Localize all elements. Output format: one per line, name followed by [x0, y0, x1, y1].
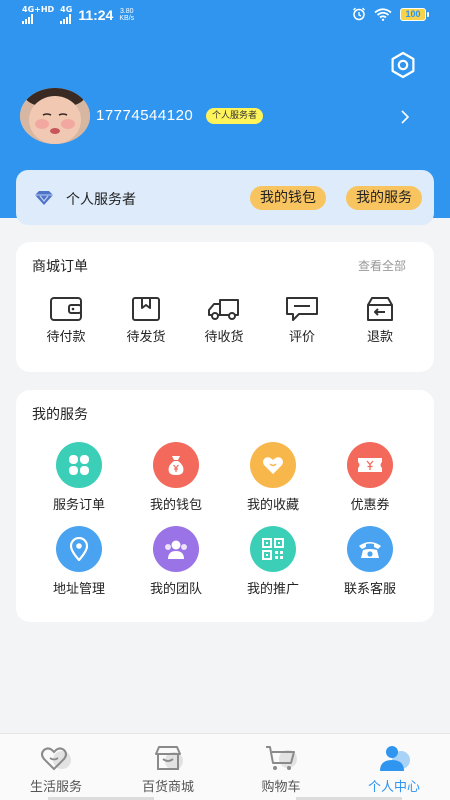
battery-indicator: 100 [400, 7, 429, 21]
role-badge: 个人服务者 [206, 108, 264, 124]
service-provider-label: 个人服务者 [66, 192, 136, 208]
alarm-icon [353, 7, 365, 21]
order-label: 待付款 [46, 330, 86, 345]
my-services-card: 我的服务 服务订单 我的钱包 我的收藏 优惠券 地址管理 我的团队 我的推广 联… [16, 390, 434, 622]
my-wallet-button[interactable]: 我的钱包 [250, 186, 326, 210]
service-icon-bg [56, 526, 102, 572]
nav-label: 购物车 [261, 780, 301, 795]
bottom-navigation: 生活服务 百货商城 购物车 个人中心 [0, 733, 450, 800]
chevron-right-icon[interactable] [398, 108, 412, 126]
wifi-icon [374, 7, 392, 21]
nav-label: 个人中心 [367, 780, 420, 795]
service-label: 联系客服 [343, 582, 396, 597]
location-pin-icon [69, 537, 89, 561]
status-bar: 4G+HD 4G 11:24 3.80 KB/s 100 [0, 0, 450, 30]
service-icon-bg [153, 442, 199, 488]
contact-support-item[interactable]: 联系客服 [325, 526, 415, 597]
store-icon [155, 746, 183, 770]
nav-life-services[interactable]: 生活服务 [6, 744, 106, 795]
my-promotion-item[interactable]: 我的推广 [228, 526, 318, 597]
my-wallet-item[interactable]: 我的钱包 [131, 442, 221, 513]
mall-orders-card: 商城订单 查看全部 待付款 待发货 待收货 评价 退款 [16, 242, 434, 372]
service-icon-bg [347, 526, 393, 572]
diamond-icon [35, 191, 53, 205]
heart-icon [263, 457, 283, 474]
service-icon-bg [56, 442, 102, 488]
network-type-1: 4G+HD [22, 5, 55, 14]
address-management-item[interactable]: 地址管理 [34, 526, 124, 597]
service-icon-bg [153, 526, 199, 572]
order-awaiting-receipt[interactable]: 待收货 [194, 296, 254, 345]
service-label: 服务订单 [52, 498, 105, 513]
service-orders-item[interactable]: 服务订单 [34, 442, 124, 513]
service-icon-bg [347, 442, 393, 488]
order-pending-payment[interactable]: 待付款 [36, 296, 96, 345]
service-label: 我的收藏 [246, 498, 299, 513]
signal-group-1: 4G+HD [22, 6, 54, 24]
view-all-link[interactable]: 查看全部 [358, 257, 406, 274]
person-icon [380, 746, 410, 771]
mall-orders-title: 商城订单 [32, 259, 88, 275]
service-label: 我的钱包 [149, 498, 202, 513]
order-label: 待发货 [126, 330, 166, 345]
nav-label: 百货商城 [141, 780, 194, 795]
truck-icon [208, 299, 239, 320]
user-phone: 17774544120 [96, 107, 194, 124]
order-review[interactable]: 评价 [272, 296, 332, 345]
signal-icon [22, 14, 54, 24]
comment-icon [286, 297, 318, 321]
my-services-button[interactable]: 我的服务 [346, 186, 422, 210]
refund-icon [367, 297, 393, 321]
clock: 11:24 [78, 7, 114, 23]
service-icon-bg [250, 526, 296, 572]
heart-outline-icon [41, 747, 71, 771]
my-services-title: 我的服务 [32, 407, 88, 423]
order-label: 评价 [288, 330, 315, 345]
service-icon-bg [250, 442, 296, 488]
network-type-2: 4G [60, 5, 73, 14]
telephone-icon [359, 542, 381, 558]
service-label: 我的团队 [149, 582, 202, 597]
money-bag-icon [168, 456, 184, 475]
service-provider-bar: 个人服务者 我的钱包 我的服务 [16, 170, 434, 225]
clover-icon [69, 455, 89, 475]
nav-department-store[interactable]: 百货商城 [118, 744, 218, 795]
coupon-icon [358, 458, 382, 472]
nav-shopping-cart[interactable]: 购物车 [231, 744, 331, 795]
speed-unit: KB/s [119, 15, 135, 22]
order-label: 待收货 [204, 330, 244, 345]
status-right: 100 [352, 7, 429, 21]
nav-label: 生活服务 [29, 780, 82, 795]
my-team-item[interactable]: 我的团队 [131, 526, 221, 597]
coupons-item[interactable]: 优惠券 [325, 442, 415, 513]
my-favorites-item[interactable]: 我的收藏 [228, 442, 318, 513]
order-label: 退款 [366, 330, 393, 345]
speed-value: 3.80 [119, 8, 134, 15]
service-label: 优惠券 [350, 498, 390, 513]
team-icon [165, 540, 187, 559]
wallet-icon [50, 297, 82, 321]
qr-code-icon [262, 538, 284, 560]
network-speed: 3.80 KB/s [119, 8, 134, 22]
signal-group-2: 4G [60, 6, 72, 24]
signal-icon-2 [60, 14, 72, 24]
service-label: 我的推广 [246, 582, 299, 597]
box-icon [132, 297, 160, 321]
order-refund[interactable]: 退款 [350, 296, 410, 345]
settings-icon[interactable] [388, 50, 418, 80]
cart-icon [266, 746, 297, 770]
order-awaiting-shipment[interactable]: 待发货 [116, 296, 176, 345]
status-left: 4G+HD 4G 11:24 3.80 KB/s [22, 6, 134, 24]
avatar[interactable] [20, 88, 90, 144]
service-label: 地址管理 [52, 582, 105, 597]
nav-personal-center[interactable]: 个人中心 [344, 744, 444, 795]
